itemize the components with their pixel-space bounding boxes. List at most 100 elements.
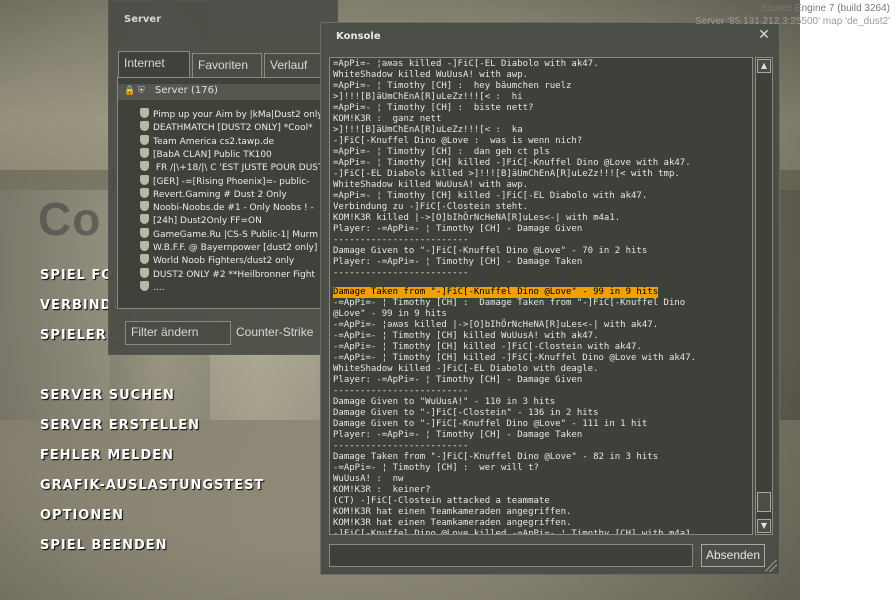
console-line: =ApPi=- ¦ǝʍǝs killed -]FiC[-EL Diabolo w… bbox=[333, 59, 599, 69]
console-line: >]!!![B]äUmChEnA[R]uLeZz!!![< : hi bbox=[333, 92, 523, 102]
tab-favoriten[interactable]: Favoriten bbox=[192, 53, 262, 77]
server-name: .... bbox=[153, 282, 165, 293]
menu-item-server-suchen[interactable]: SERVER SUCHEN bbox=[40, 388, 264, 418]
server-address: Server '85.131.212.3:25500' map 'de_dust… bbox=[695, 16, 890, 27]
scroll-down-icon[interactable]: ▼ bbox=[757, 519, 771, 533]
shield-icon bbox=[140, 214, 149, 225]
server-name: [24h] Dust2Only FF=ON bbox=[153, 216, 262, 227]
server-row[interactable]: World Noob Fighters/dust2 only bbox=[140, 254, 338, 267]
console-line: -=ApPi=- ¦ǝʍǝs killed |->[O]bIhÖrNcHeNA[… bbox=[333, 320, 659, 330]
console-window: Konsole ✕ =ApPi=- ¦ǝʍǝs killed -]FiC[-EL… bbox=[320, 22, 780, 575]
server-row[interactable]: Noobi-Noobs.de #1 - Only Noobs ! - bbox=[140, 201, 338, 214]
server-row[interactable]: FR /|\+18/|\ C 'EST JUSTE POUR DUST bbox=[140, 161, 338, 174]
shield-icon bbox=[140, 134, 149, 145]
server-row[interactable]: .... bbox=[140, 280, 338, 294]
console-line: (CT) -]FiC[-Clostein attacked a teammate bbox=[333, 496, 550, 506]
server-name: DUST2 ONLY #2 **Heilbronner Fight bbox=[153, 269, 315, 280]
server-row[interactable]: DEATHMATCH [DUST2 ONLY] *Cool* bbox=[140, 121, 338, 134]
console-line: =ApPi=- ¦ Timothy [CH] killed -]FiC[-EL … bbox=[333, 191, 648, 201]
console-line: =ApPi=- ¦ Timothy [CH] : dan geh ct pls bbox=[333, 147, 550, 157]
console-line: -=ApPi=- ¦ Timothy [CH] : Damage Taken f… bbox=[333, 298, 686, 308]
shield-icon bbox=[140, 254, 149, 265]
server-name: Noobi-Noobs.de #1 - Only Noobs ! - bbox=[153, 203, 314, 214]
menu-item-spiel-beenden[interactable]: SPIEL BEENDEN bbox=[40, 538, 264, 568]
server-row[interactable]: W.B.F.F. @ Bayernpower [dust2 only] bbox=[140, 241, 338, 254]
console-line: Verbindung zu -]FiC[-Clostein steht. bbox=[333, 202, 529, 212]
lock-icon: 🔒 bbox=[124, 86, 136, 96]
console-line: -]FiC[-Knuffel Dino @Love killed -=ApPi=… bbox=[333, 529, 697, 535]
shield-icon bbox=[140, 174, 149, 185]
console-line: Damage Taken from "-]FiC[-Knuffel Dino @… bbox=[333, 452, 659, 462]
console-line: ------------------------- bbox=[333, 268, 469, 278]
server-row[interactable]: [24h] Dust2Only FF=ON bbox=[140, 214, 338, 227]
console-line: WhiteShadow killed -]FiC[-EL Diabolo wit… bbox=[333, 364, 599, 374]
build-info: Source Engine 7 (build 3264) Server '85.… bbox=[695, 2, 890, 28]
server-row[interactable]: [BabA CLAN] Public TK100 bbox=[140, 147, 338, 161]
shield-icon: ⛨ bbox=[138, 86, 145, 96]
change-filter-button[interactable]: Filter ändern bbox=[125, 321, 231, 345]
server-row[interactable]: Revert.Gaming # Dust 2 Only bbox=[140, 187, 338, 201]
console-line: Damage Given to "-]FiC[-Knuffel Dino @Lo… bbox=[333, 419, 648, 429]
server-browser-window: Server Internet Favoriten Verlauf 🔒 ⛨ Se… bbox=[108, 0, 339, 355]
server-row[interactable]: Team America cs2.tawp.de bbox=[140, 134, 338, 148]
server-name: Revert.Gaming # Dust 2 Only bbox=[153, 189, 287, 200]
server-name: W.B.F.F. @ Bayernpower [dust2 only] bbox=[153, 243, 318, 253]
console-line-highlighted: Damage Taken from "-]FiC[-Knuffel Dino @… bbox=[333, 287, 659, 298]
engine-version: Source Engine 7 (build 3264) bbox=[760, 3, 890, 14]
console-line: =ApPi=- ¦ Timothy [CH] killed -]FiC[-Knu… bbox=[333, 158, 691, 168]
server-list-header-label: Server (176) bbox=[155, 85, 218, 96]
submit-button[interactable]: Absenden bbox=[701, 544, 765, 567]
console-line: -]FiC[-EL Diabolo killed >]!!![B]äUmChEn… bbox=[333, 169, 680, 179]
shield-icon bbox=[140, 201, 149, 212]
console-line: >]!!![B]äUmChEnA[R]uLeZz!!![< : ka bbox=[333, 125, 523, 135]
server-list-header[interactable]: 🔒 ⛨ Server (176) bbox=[118, 84, 338, 100]
console-line: Player: -=ApPi=- ¦ Timothy [CH] - Damage… bbox=[333, 257, 583, 267]
tab-internet[interactable]: Internet bbox=[118, 51, 190, 77]
shield-icon bbox=[140, 280, 149, 291]
server-name: DEATHMATCH [DUST2 ONLY] *Cool* bbox=[153, 123, 313, 134]
close-icon[interactable]: ✕ bbox=[757, 28, 771, 42]
console-line: WhiteShadow killed WuUusA! with awp. bbox=[333, 180, 529, 190]
resize-grip[interactable] bbox=[765, 560, 777, 572]
server-row[interactable]: GameGame.Ru |CS-S Public-1| Murm bbox=[140, 227, 338, 241]
console-line: -=ApPi=- ¦ Timothy [CH] killed -]FiC[-Cl… bbox=[333, 342, 642, 352]
console-line: Damage Given to "-]FiC[-Knuffel Dino @Lo… bbox=[333, 246, 648, 256]
game-filter-label[interactable]: Counter-Strike bbox=[236, 325, 313, 339]
server-name: Team America cs2.tawp.de bbox=[153, 136, 275, 147]
menu-item-fehler-melden[interactable]: FEHLER MELDEN bbox=[40, 448, 264, 478]
console-line: Player: -=ApPi=- ¦ Timothy [CH] - Damage… bbox=[333, 375, 583, 385]
scroll-up-icon[interactable]: ▲ bbox=[757, 59, 771, 73]
tab-verlauf[interactable]: Verlauf bbox=[264, 53, 324, 77]
server-name: FR /|\+18/|\ C 'EST JUSTE POUR DUST bbox=[153, 163, 324, 174]
shield-icon bbox=[140, 227, 149, 238]
server-browser-title: Server bbox=[124, 14, 162, 25]
menu-item-grafik-auslastungstest[interactable]: GRAFIK-AUSLASTUNGSTEST bbox=[40, 478, 264, 508]
shield-icon bbox=[140, 187, 149, 198]
shield-icon bbox=[140, 147, 149, 158]
server-list[interactable]: 🔒 ⛨ Server (176) Pimp up your Aim by |kM… bbox=[117, 77, 339, 309]
menu-item-optionen[interactable]: OPTIONEN bbox=[40, 508, 264, 538]
scroll-thumb[interactable] bbox=[757, 492, 771, 512]
menu-item-server-erstellen[interactable]: SERVER ERSTELLEN bbox=[40, 418, 264, 448]
console-output[interactable]: =ApPi=- ¦ǝʍǝs killed -]FiC[-EL Diabolo w… bbox=[329, 57, 753, 535]
console-line: Player: -=ApPi=- ¦ Timothy [CH] - Damage… bbox=[333, 430, 583, 440]
server-name: [BabA CLAN] Public TK100 bbox=[153, 149, 272, 160]
server-name: Pimp up your Aim by |kMa|Dust2 only bbox=[153, 110, 323, 120]
server-row[interactable]: [GER] -=[Rising Phoenix]=- public- bbox=[140, 174, 338, 188]
console-line: -=ApPi=- ¦ Timothy [CH] killed -]FiC[-Kn… bbox=[333, 353, 697, 363]
server-row[interactable]: Pimp up your Aim by |kMa|Dust2 only bbox=[140, 108, 338, 121]
console-line: Damage Given to "WuUusA!" - 110 in 3 hit… bbox=[333, 397, 556, 407]
server-row[interactable]: DUST2 ONLY #2 **Heilbronner Fight bbox=[140, 267, 338, 281]
game-logo: Co bbox=[38, 193, 102, 245]
console-scrollbar[interactable]: ▲ ▼ bbox=[755, 57, 773, 535]
console-line: =ApPi=- ¦ Timothy [CH] : hey bäumchen ru… bbox=[333, 81, 572, 91]
console-line: WuUusA! : nw bbox=[333, 474, 404, 484]
console-line: -=ApPi=- ¦ Timothy [CH] killed WuUusA! w… bbox=[333, 331, 599, 341]
console-line: ------------------------- bbox=[333, 441, 469, 451]
console-line: @Love" - 99 in 9 hits bbox=[333, 309, 447, 319]
main-menu-bottom: SERVER SUCHEN SERVER ERSTELLEN FEHLER MELD… bbox=[40, 388, 264, 568]
console-line: KOM!K3R killed |->[O]bIhÖrNcHeNA[R]uLes<… bbox=[333, 213, 621, 223]
server-name: World Noob Fighters/dust2 only bbox=[153, 256, 295, 267]
shield-icon bbox=[140, 108, 149, 118]
console-input[interactable] bbox=[329, 544, 693, 567]
